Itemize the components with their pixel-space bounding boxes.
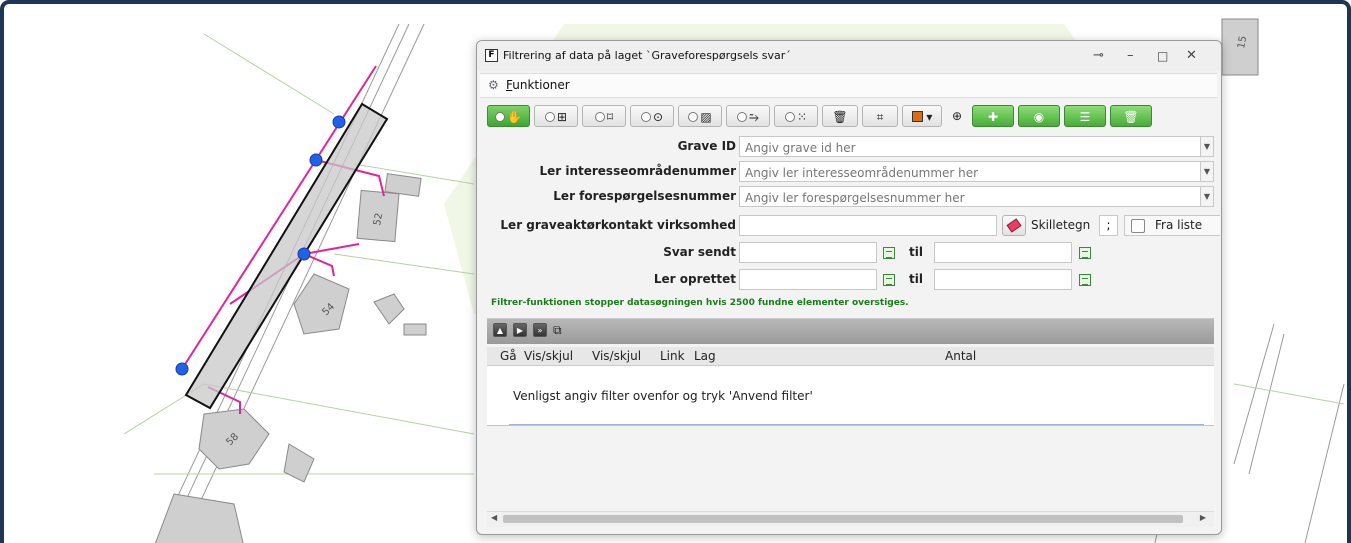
selection-toolbar: ✋ ⊞ ⌑ ⊙ ▨ ⥲ ⁙ 🗑 ⌗ ▾ ⊕ ✚ ◉ ☰ 🗑 — [487, 105, 1207, 131]
col-ga[interactable]: Gå — [500, 349, 517, 363]
excavation-polygon[interactable] — [184, 102, 389, 410]
svar-sendt-til-label: til — [909, 245, 923, 259]
tool-line-select-button[interactable]: ⥲ — [726, 105, 770, 127]
forespoergsel-input[interactable] — [740, 188, 1213, 208]
svar-sendt-to-input[interactable] — [934, 242, 1072, 264]
scrollbar-thumb[interactable] — [503, 515, 1183, 523]
kontakt-label: Ler graveaktørkontakt virksomhed — [500, 218, 736, 232]
forespoergsel-combo[interactable]: ▼ — [739, 186, 1214, 208]
gear-icon: ⚙ — [488, 78, 499, 92]
results-button-bar: ▲ ▶ » ⧉ — [487, 318, 1214, 344]
oprettet-from-input[interactable] — [739, 269, 877, 291]
app-frame: 52 54 58 15 F Filtrering af data på lage… — [0, 0, 1351, 543]
skilletegn-label: Skilletegn — [1031, 218, 1091, 232]
chevron-down-icon[interactable]: ▼ — [1200, 162, 1213, 181]
tool-polygon-select-button[interactable]: ▨ — [678, 105, 722, 127]
copy-icon[interactable]: ⧉ — [553, 323, 562, 338]
eraser-icon[interactable] — [1002, 215, 1026, 236]
skilletegn-input[interactable]: ; — [1099, 215, 1118, 236]
table-view-button[interactable]: ☰ — [1064, 105, 1106, 127]
fra-liste-checkbox[interactable] — [1131, 219, 1145, 233]
fra-liste-label: Fra liste — [1155, 218, 1203, 232]
scroll-left-icon[interactable]: ◀ — [491, 513, 497, 522]
color-dropdown-button[interactable]: ▾ — [902, 105, 942, 127]
interesse-input[interactable] — [740, 163, 1213, 183]
results-column-header: Gå Vis/skjul Vis/skjul Link Lag Antal — [487, 347, 1214, 366]
col-link[interactable]: Link — [660, 349, 685, 363]
pin-icon[interactable]: ⊸ — [1093, 49, 1104, 63]
oprettet-label: Ler oprettet — [653, 272, 736, 286]
calendar-icon[interactable] — [883, 274, 895, 286]
horizontal-scrollbar[interactable]: ◀ ▶ — [487, 511, 1214, 527]
limit-note: Filtrer-funktionen stopper datasøgningen… — [491, 298, 909, 308]
col-lag[interactable]: Lag — [694, 349, 716, 363]
grave-id-input[interactable] — [740, 138, 1213, 158]
calendar-icon[interactable] — [1079, 274, 1091, 286]
apply-filter-button[interactable]: ◉ — [1018, 105, 1060, 127]
menu-funktioner[interactable]: Funktioner — [506, 78, 570, 92]
kontakt-input[interactable] — [740, 217, 996, 237]
svar-sendt-to-text[interactable] — [935, 244, 1071, 264]
dialog-app-icon: F — [485, 49, 498, 62]
oprettet-from-text[interactable] — [740, 271, 876, 291]
maximize-button[interactable]: □ — [1157, 49, 1168, 63]
tool-grid-select-button[interactable]: ⊞ — [534, 105, 578, 127]
filter-dialog: F Filtrering af data på laget `Gravefore… — [476, 40, 1222, 535]
calendar-icon[interactable] — [883, 247, 895, 259]
results-list: Venligst angiv filter ovenfor og tryk 'A… — [487, 366, 1214, 426]
svar-sendt-from-text[interactable] — [740, 244, 876, 264]
grave-id-label: Grave ID — [677, 139, 736, 153]
scroll-right-icon[interactable]: ▶ — [1200, 513, 1206, 522]
tool-pan-button[interactable]: ✋ — [487, 105, 530, 127]
delete-button[interactable]: 🗑 — [1110, 105, 1152, 127]
dialog-title: Filtrering af data på laget `Graveforesp… — [503, 49, 791, 62]
plot-label-15: 15 — [1236, 35, 1249, 49]
oprettet-til-label: til — [909, 272, 923, 286]
tool-point-select-button[interactable]: ⁙ — [774, 105, 818, 127]
results-divider — [509, 424, 1204, 425]
tool-circle-select-button[interactable]: ⊙ — [630, 105, 674, 127]
grave-id-combo[interactable]: ▼ — [739, 136, 1214, 158]
svar-sendt-from-input[interactable] — [739, 242, 877, 264]
fast-forward-icon[interactable]: » — [533, 323, 547, 337]
plot-label-52: 52 — [372, 212, 385, 226]
col-vis-skjul-2[interactable]: Vis/skjul — [592, 349, 641, 363]
menu-bar: ⚙ Funktioner — [480, 73, 1217, 98]
fra-liste-toggle[interactable]: Fra liste — [1124, 215, 1220, 236]
empty-results-message: Venligst angiv filter ovenfor og tryk 'A… — [513, 389, 813, 403]
close-button[interactable]: ✕ — [1186, 49, 1197, 63]
chevron-down-icon[interactable]: ▼ — [1200, 137, 1213, 156]
next-icon[interactable]: ▶ — [513, 323, 527, 337]
svar-sendt-label: Svar sendt — [663, 245, 736, 259]
interesse-label: Ler interesseområdenummer — [539, 164, 736, 178]
calendar-icon[interactable] — [1079, 247, 1091, 259]
kontakt-field[interactable] — [739, 215, 997, 237]
col-antal[interactable]: Antal — [945, 349, 976, 363]
minimize-button[interactable]: – — [1127, 49, 1134, 63]
oprettet-to-input[interactable] — [934, 269, 1072, 291]
chevron-down-icon[interactable]: ▼ — [1200, 187, 1213, 206]
clear-selection-button[interactable]: 🗑 — [822, 105, 858, 127]
forespoergsel-label: Ler forespørgelsesnummer — [553, 189, 736, 203]
add-filter-button[interactable]: ✚ — [972, 105, 1014, 127]
dialog-titlebar[interactable]: F Filtrering af data på laget `Gravefore… — [477, 41, 1221, 71]
interesse-combo[interactable]: ▼ — [739, 161, 1214, 183]
tool-rectangle-select-button[interactable]: ⌑ — [582, 105, 626, 127]
oprettet-to-text[interactable] — [935, 271, 1071, 291]
zoom-icon[interactable]: ⊕ — [946, 105, 968, 127]
col-vis-skjul-1[interactable]: Vis/skjul — [524, 349, 573, 363]
select-extent-button[interactable]: ⌗ — [862, 105, 898, 127]
collapse-icon[interactable]: ▲ — [493, 323, 507, 337]
